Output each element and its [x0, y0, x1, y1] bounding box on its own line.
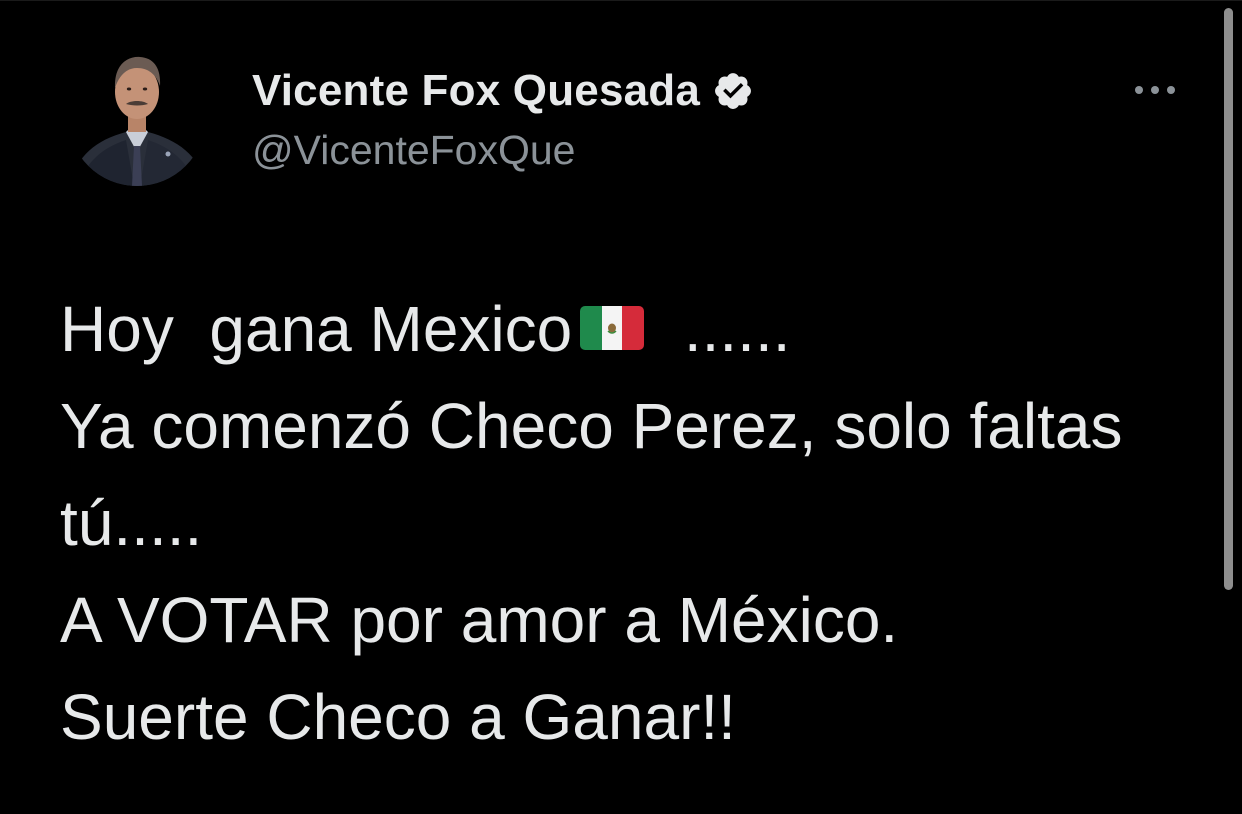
- tweet-line-2: Ya comenzó Checo Perez, solo faltas: [60, 390, 1123, 462]
- tweet-line-1: Hoy gana Mexico ......: [60, 281, 1180, 378]
- mexico-flag-emoji: [580, 280, 645, 377]
- tweet-line-3: tú.....: [60, 487, 203, 559]
- author-name-row: Vicente Fox Quesada: [252, 65, 754, 117]
- tweet-card: Vicente Fox Quesada @VicenteFoxQue Hoy g…: [0, 0, 1242, 814]
- scrollbar[interactable]: [1224, 8, 1233, 590]
- verified-badge-icon: [712, 70, 754, 112]
- tweet-text: Hoy gana Mexico ...... Ya comenzó Checo …: [60, 281, 1180, 766]
- more-options-icon[interactable]: [1128, 75, 1182, 105]
- avatar[interactable]: [68, 48, 206, 186]
- author-display-name[interactable]: Vicente Fox Quesada: [252, 66, 700, 116]
- tweet-line-5: Suerte Checo a Ganar!!: [60, 681, 736, 753]
- tweet-line-1-text: Hoy gana Mexico: [60, 293, 573, 365]
- author-handle[interactable]: @VicenteFoxQue: [252, 127, 575, 174]
- tweet-line-4: A VOTAR por amor a México.: [60, 584, 899, 656]
- profile-photo: [68, 48, 206, 186]
- tweet-line-1-ellipsis: ......: [648, 293, 791, 365]
